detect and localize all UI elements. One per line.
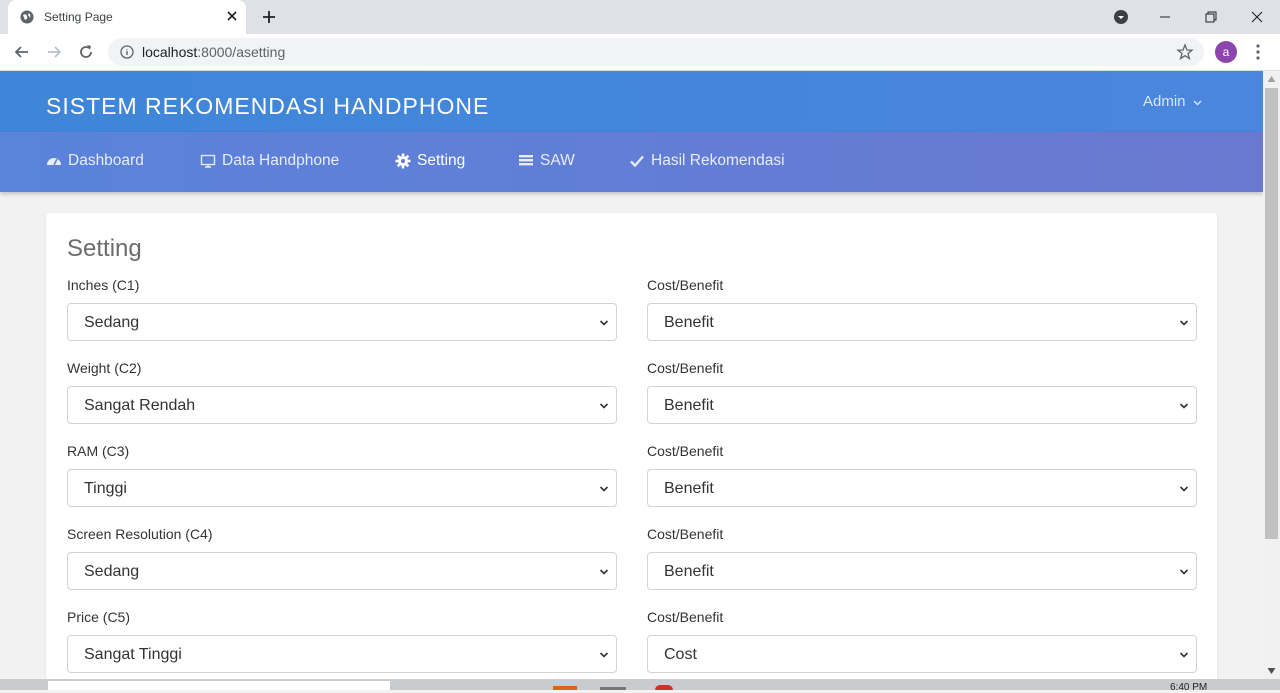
type-select-c1[interactable]: Benefit xyxy=(647,303,1197,341)
tab-search-icon[interactable] xyxy=(1110,6,1132,28)
criteria-select-c1[interactable]: Sedang xyxy=(67,303,617,341)
nav-dashboard[interactable]: Dashboard xyxy=(46,152,144,170)
scrollbar-thumb[interactable] xyxy=(1265,88,1278,539)
browser-toolbar: localhost:8000/asetting a xyxy=(0,34,1280,71)
taskbar-clock: 6:40 PM xyxy=(1170,682,1208,693)
criteria-label-c2: Weight (C2) xyxy=(67,360,142,376)
nav-setting[interactable]: Setting xyxy=(395,152,465,170)
chevron-down-icon xyxy=(599,320,609,326)
nav-label: Data Handphone xyxy=(222,152,340,169)
address-bar[interactable]: localhost:8000/asetting xyxy=(108,38,1204,66)
gear-icon xyxy=(395,153,411,169)
browser-tab[interactable]: Setting Page xyxy=(8,0,246,34)
type-select-c3[interactable]: Benefit xyxy=(647,469,1197,507)
star-icon[interactable] xyxy=(1176,43,1194,61)
select-value: Tinggi xyxy=(84,480,127,497)
chevron-down-icon xyxy=(1179,486,1189,492)
globe-icon xyxy=(20,10,34,24)
select-value: Benefit xyxy=(664,480,714,497)
chevron-down-icon xyxy=(599,403,609,409)
type-select-c4[interactable]: Benefit xyxy=(647,552,1197,590)
criteria-label-c1: Inches (C1) xyxy=(67,277,140,293)
chevron-down-icon xyxy=(1179,403,1189,409)
user-menu[interactable]: Admin xyxy=(1143,93,1202,110)
taskbar-chrome-icon[interactable] xyxy=(655,685,673,690)
select-value: Sedang xyxy=(84,563,140,580)
restore-icon[interactable] xyxy=(1200,6,1222,28)
taskbar-search[interactable] xyxy=(48,681,390,690)
chevron-down-icon xyxy=(1179,569,1189,575)
type-label-c1: Cost/Benefit xyxy=(647,277,724,293)
reload-icon[interactable] xyxy=(76,42,96,62)
forward-arrow-icon[interactable] xyxy=(44,42,64,62)
browser-tab-strip: Setting Page xyxy=(0,0,1280,34)
criteria-label-c4: Screen Resolution (C4) xyxy=(67,526,213,542)
type-select-c2[interactable]: Benefit xyxy=(647,386,1197,424)
close-icon[interactable] xyxy=(224,8,240,24)
select-value: Sangat Tinggi xyxy=(84,646,182,663)
info-icon[interactable] xyxy=(120,45,134,59)
chevron-down-icon xyxy=(1193,100,1202,106)
nav-saw[interactable]: SAW xyxy=(518,152,575,170)
brand-title[interactable]: SISTEM REKOMENDASI HANDPHONE xyxy=(46,93,489,120)
os-taskbar: 6:40 PM xyxy=(0,679,1280,693)
criteria-label-c3: RAM (C3) xyxy=(67,443,130,459)
nav-hasil-rekomendasi[interactable]: Hasil Rekomendasi xyxy=(629,152,785,170)
type-label-c5: Cost/Benefit xyxy=(647,609,724,625)
select-value: Sedang xyxy=(84,314,140,331)
back-arrow-icon[interactable] xyxy=(12,42,32,62)
criteria-select-c4[interactable]: Sedang xyxy=(67,552,617,590)
avatar[interactable]: a xyxy=(1215,41,1237,63)
select-value: Benefit xyxy=(664,397,714,414)
page-title: Setting xyxy=(67,235,142,262)
chevron-down-icon xyxy=(1179,652,1189,658)
taskbar-app-icon[interactable] xyxy=(553,686,577,690)
chevron-down-icon xyxy=(599,569,609,575)
select-value: Benefit xyxy=(664,563,714,580)
select-value: Benefit xyxy=(664,314,714,331)
select-value: Cost xyxy=(664,646,697,663)
criteria-label-c5: Price (C5) xyxy=(67,609,131,625)
type-label-c4: Cost/Benefit xyxy=(647,526,724,542)
user-menu-label: Admin xyxy=(1143,93,1186,110)
chevron-down-icon xyxy=(599,486,609,492)
criteria-select-c2[interactable]: Sangat Rendah xyxy=(67,386,617,424)
url-text: localhost:8000/asetting xyxy=(142,44,285,60)
type-label-c2: Cost/Benefit xyxy=(647,360,724,376)
more-vertical-icon[interactable] xyxy=(1250,43,1266,61)
setting-card: Setting Inches (C1) Sedang Cost/Benefit … xyxy=(46,213,1217,679)
app-header: SISTEM REKOMENDASI HANDPHONE Admin xyxy=(0,71,1263,132)
check-icon xyxy=(630,155,644,168)
close-window-icon[interactable] xyxy=(1246,6,1268,28)
criteria-select-c3[interactable]: Tinggi xyxy=(67,469,617,507)
main-nav: Dashboard Data Handphone Setting SAW Has… xyxy=(0,132,1263,192)
desktop-icon xyxy=(200,154,216,168)
chevron-down-icon xyxy=(599,652,609,658)
nav-label: SAW xyxy=(540,152,575,169)
list-icon xyxy=(519,155,533,166)
new-tab-icon[interactable] xyxy=(260,8,278,26)
tab-title: Setting Page xyxy=(44,10,113,24)
type-label-c3: Cost/Benefit xyxy=(647,443,724,459)
minimize-icon[interactable] xyxy=(1154,6,1176,28)
nav-label: Setting xyxy=(417,152,466,169)
nav-label: Dashboard xyxy=(68,152,144,169)
criteria-select-c5[interactable]: Sangat Tinggi xyxy=(67,635,617,673)
nav-label: Hasil Rekomendasi xyxy=(651,152,785,169)
tachometer-icon xyxy=(47,158,61,166)
url-path: :8000/asetting xyxy=(197,44,286,60)
scroll-down-icon[interactable] xyxy=(1267,667,1276,675)
url-host: localhost xyxy=(142,44,198,60)
page-viewport: SISTEM REKOMENDASI HANDPHONE Admin Dashb… xyxy=(0,71,1263,679)
nav-data-handphone[interactable]: Data Handphone xyxy=(200,152,339,170)
page-scrollbar[interactable] xyxy=(1263,71,1280,679)
select-value: Sangat Rendah xyxy=(84,397,196,414)
chevron-down-icon xyxy=(1179,320,1189,326)
type-select-c5[interactable]: Cost xyxy=(647,635,1197,673)
scroll-up-icon[interactable] xyxy=(1267,75,1276,83)
